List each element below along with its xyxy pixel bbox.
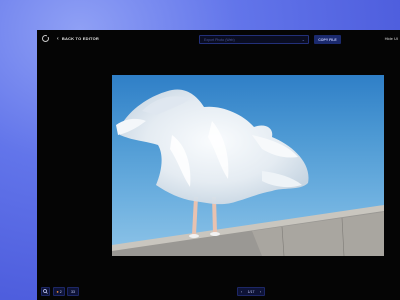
like-button[interactable]: ● 2: [53, 287, 65, 296]
prev-page-icon[interactable]: ‹: [241, 290, 242, 294]
zoom-control[interactable]: 33: [67, 287, 79, 296]
page-label: 1/17: [247, 289, 255, 294]
photo-image: [112, 89, 384, 256]
hide-ui-button[interactable]: Hide UI: [385, 36, 398, 41]
likes-count: 2: [59, 289, 62, 294]
photo-preview: [112, 75, 384, 256]
top-toolbar: ‹ BACK TO EDITOR Export Photo (Web) ⌄ CO…: [37, 30, 400, 48]
logo-icon[interactable]: [42, 34, 50, 42]
page-navigator: ‹ 1/17 ›: [237, 287, 265, 296]
export-format-select[interactable]: Export Photo (Web) ⌄: [199, 35, 309, 44]
select-placeholder: Export Photo (Web): [204, 37, 235, 42]
chevron-left-icon: ‹: [57, 35, 59, 42]
bottom-toolbar: ● 2 33 ‹ 1/17 ›: [37, 284, 400, 300]
hand-icon: ●: [56, 289, 59, 294]
search-button[interactable]: [41, 287, 50, 296]
search-icon: [43, 289, 48, 294]
next-page-icon[interactable]: ›: [260, 290, 261, 294]
copy-file-button[interactable]: COPY FILE: [314, 35, 341, 44]
back-label: BACK TO EDITOR: [61, 36, 99, 41]
photo-viewer-window: ‹ BACK TO EDITOR Export Photo (Web) ⌄ CO…: [37, 30, 400, 300]
chevron-down-icon: ⌄: [301, 37, 305, 42]
back-to-editor-button[interactable]: ‹ BACK TO EDITOR: [57, 36, 99, 41]
zoom-value: 33: [71, 289, 75, 294]
